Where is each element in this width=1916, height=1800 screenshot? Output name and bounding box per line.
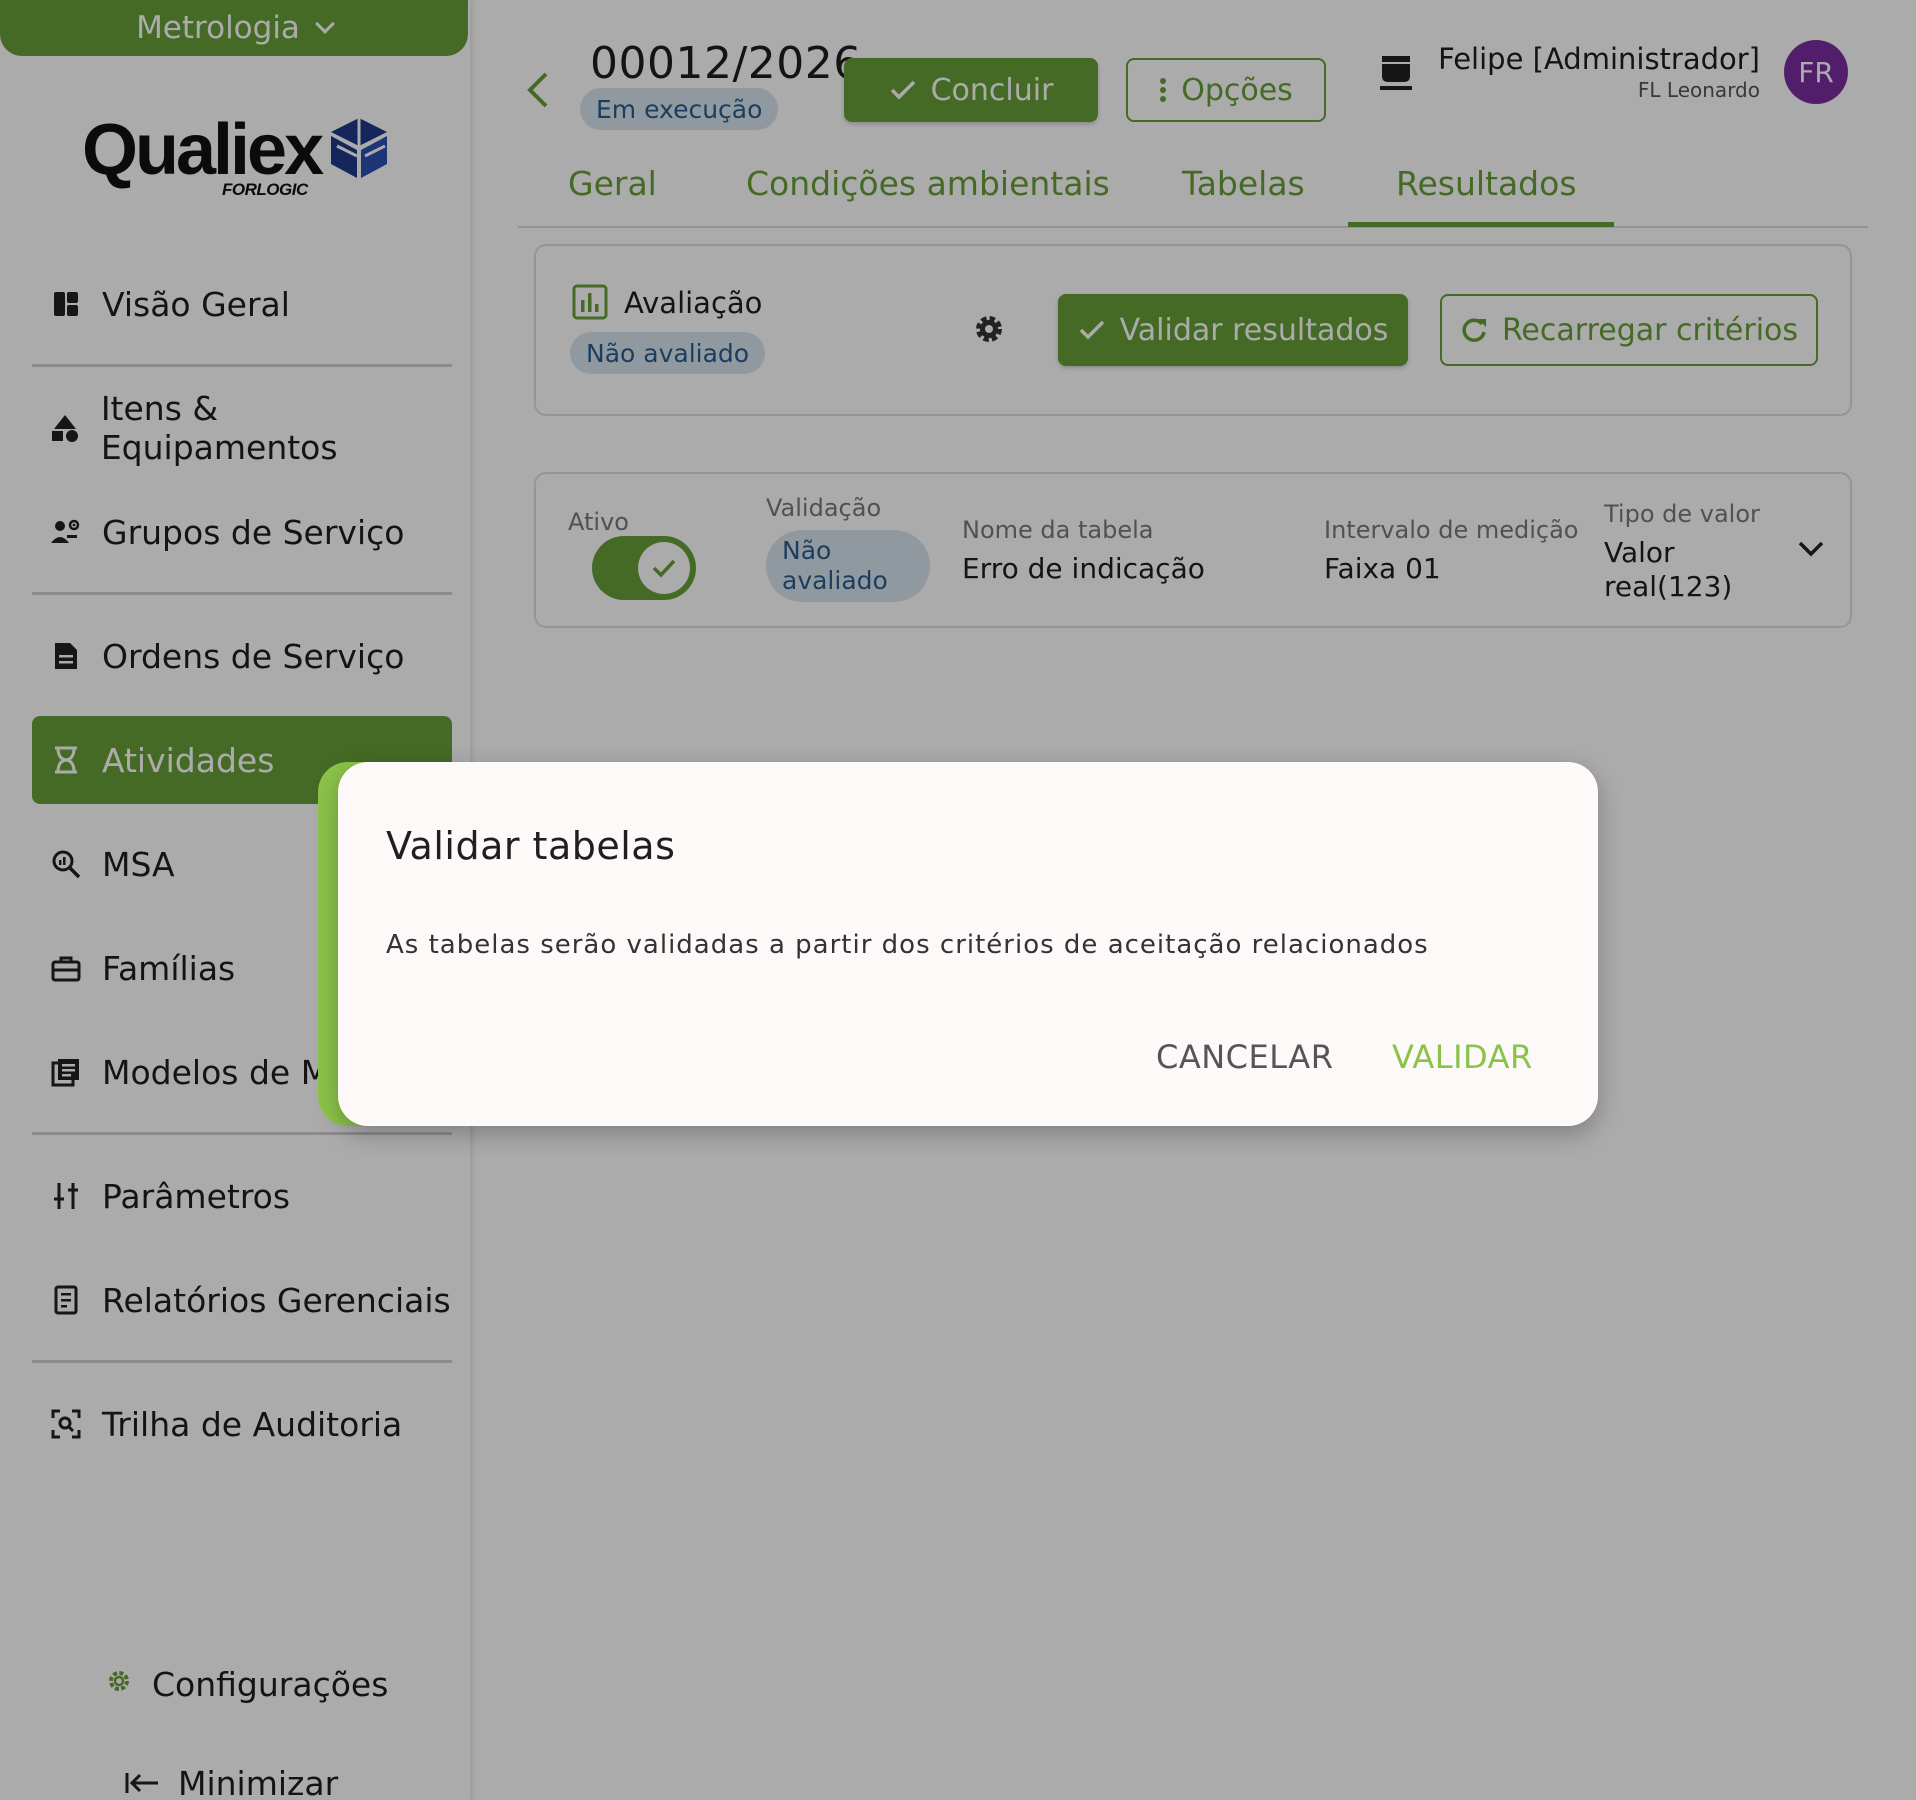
dialog-message: As tabelas serão validadas a partir dos … xyxy=(386,930,1429,960)
dialog-title: Validar tabelas xyxy=(386,824,676,868)
cancel-button[interactable]: CANCELAR xyxy=(1156,1038,1333,1076)
validate-button[interactable]: VALIDAR xyxy=(1392,1038,1533,1076)
validate-tables-dialog: Validar tabelas As tabelas serão validad… xyxy=(338,762,1598,1126)
